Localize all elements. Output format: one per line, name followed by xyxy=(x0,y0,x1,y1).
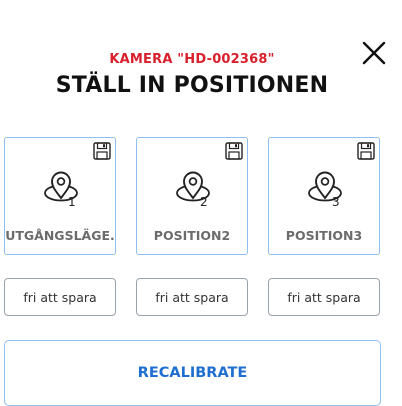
position-card-2[interactable]: 2 POSITION2 xyxy=(136,137,248,255)
recalibrate-button[interactable]: RECALIBRATE xyxy=(4,340,381,406)
close-icon xyxy=(362,41,386,65)
floppy-disk-icon[interactable] xyxy=(357,142,375,160)
position-label: POSITION2 xyxy=(153,228,231,243)
floppy-disk-icon[interactable] xyxy=(93,142,111,160)
map-pin-icon: 1 xyxy=(44,171,78,208)
position-label: POSITION3 xyxy=(285,228,363,243)
floppy-disk-icon[interactable] xyxy=(225,142,243,160)
position-number: 3 xyxy=(332,195,340,208)
position-card-1[interactable]: 1 UTGÅNGSLÄGE. xyxy=(4,137,116,255)
position-card-3[interactable]: 3 POSITION3 xyxy=(268,137,380,255)
dialog-header: KAMERA "HD-002368" STÄLL IN POSITIONEN xyxy=(0,0,402,120)
position-number: 1 xyxy=(68,195,76,208)
position-label: UTGÅNGSLÄGE. xyxy=(5,228,115,243)
map-pin-icon: 3 xyxy=(308,171,342,208)
close-button[interactable] xyxy=(361,40,387,66)
save-slot-button-3[interactable]: fri att spara xyxy=(268,278,380,316)
camera-name: KAMERA "HD-002368" xyxy=(109,52,275,67)
page-title: STÄLL IN POSITIONEN xyxy=(55,73,329,98)
position-number: 2 xyxy=(200,195,208,208)
save-slot-button-1[interactable]: fri att spara xyxy=(4,278,116,316)
map-pin-icon: 2 xyxy=(176,171,210,208)
save-slot-button-2[interactable]: fri att spara xyxy=(136,278,248,316)
